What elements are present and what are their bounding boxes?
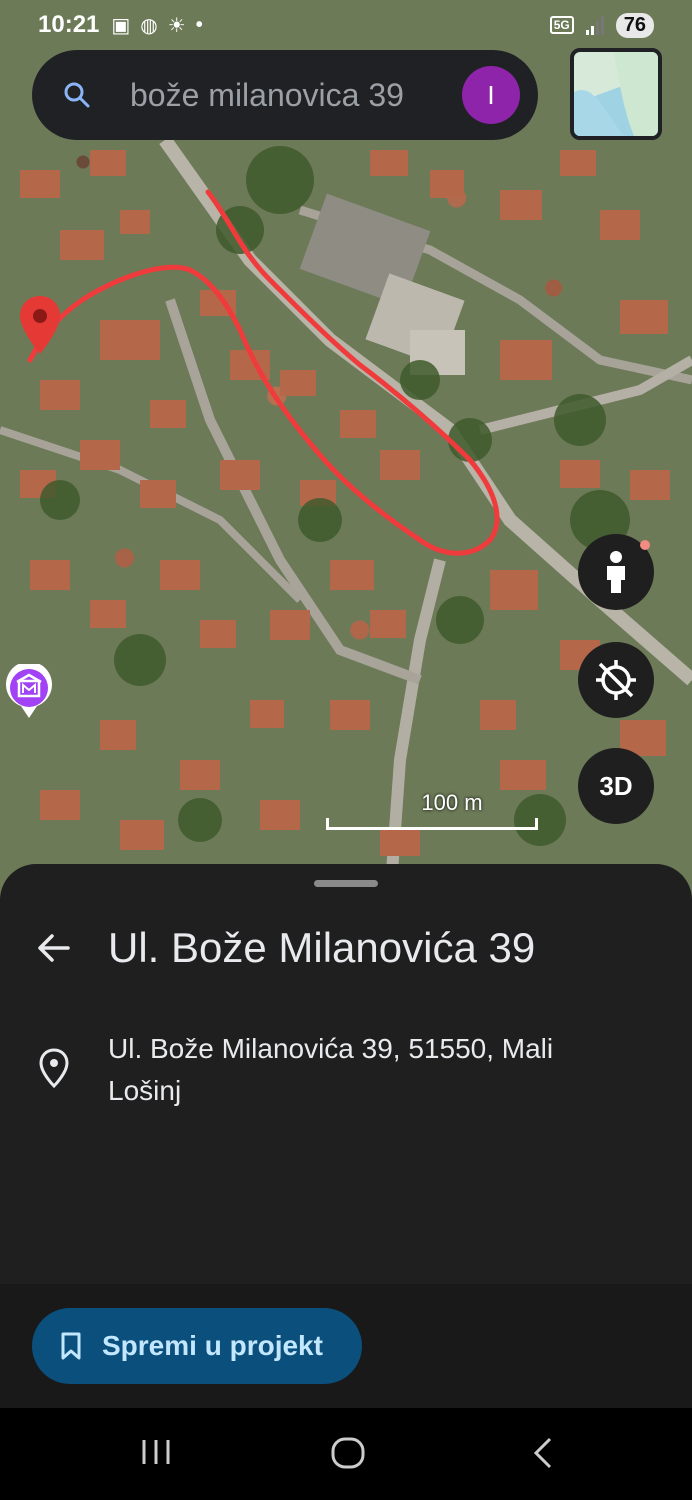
messenger-icon: ◍ — [140, 14, 158, 37]
search-query[interactable]: bože milanovica 39 — [130, 77, 462, 114]
street-view-button[interactable] — [578, 534, 654, 610]
screenshot-icon: ▣ — [111, 14, 131, 37]
street-view-notification-dot — [640, 540, 650, 550]
pegman-icon — [607, 551, 625, 593]
notification-dot-icon: • — [195, 13, 203, 36]
clock: 10:21 — [38, 11, 100, 38]
scale-label: 100 m — [421, 790, 483, 815]
save-to-project-button[interactable]: Spremi u projekt — [32, 1308, 362, 1384]
account-avatar[interactable]: I — [462, 66, 520, 124]
save-button-label: Spremi u projekt — [102, 1330, 323, 1361]
maps-screen: 10:21 ▣ ◍ ☀ • 5G 76 bože milanovica 39 I — [0, 0, 692, 1500]
scale-bar — [326, 818, 538, 830]
signal-icon — [585, 16, 604, 35]
map-layer-button[interactable] — [570, 48, 662, 140]
location-off-icon — [596, 660, 636, 700]
location-pin-icon — [39, 1048, 69, 1088]
place-title: Ul. Bože Milanovića 39 — [108, 924, 536, 971]
museum-icon — [5, 661, 52, 718]
address-row[interactable]: Ul. Bože Milanovića 39, 51550, Mali Loši… — [38, 1028, 608, 1112]
brightness-icon: ☀ — [167, 14, 186, 37]
bookmark-icon — [61, 1332, 81, 1360]
back-nav-icon[interactable] — [530, 1436, 556, 1470]
location-pin-marker[interactable] — [20, 296, 60, 354]
museum-poi-marker[interactable] — [4, 661, 54, 720]
home-icon[interactable] — [330, 1436, 366, 1470]
my-location-button[interactable] — [578, 642, 654, 718]
status-bar: 10:21 ▣ ◍ ☀ • 5G 76 — [0, 0, 692, 50]
place-address: Ul. Bože Milanovića 39, 51550, Mali Loši… — [108, 1033, 554, 1106]
network-badge: 5G — [549, 16, 574, 34]
search-icon — [64, 82, 90, 108]
map-scale: 100 m — [326, 790, 538, 830]
action-bar: Spremi u projekt — [0, 1284, 692, 1408]
sheet-drag-handle[interactable] — [314, 880, 378, 887]
3d-view-button[interactable]: 3D — [578, 748, 654, 824]
battery-indicator: 76 — [615, 12, 654, 38]
back-arrow-icon[interactable] — [36, 930, 72, 966]
sheet-header: Ul. Bože Milanovića 39 — [36, 924, 535, 972]
map-layer-icon — [574, 52, 658, 136]
recent-apps-icon[interactable] — [140, 1436, 172, 1468]
place-bottom-sheet[interactable]: Ul. Bože Milanovića 39 Ul. Bože Milanovi… — [0, 864, 692, 1284]
search-bar[interactable]: bože milanovica 39 I — [32, 50, 538, 140]
system-nav-bar — [0, 1408, 692, 1500]
